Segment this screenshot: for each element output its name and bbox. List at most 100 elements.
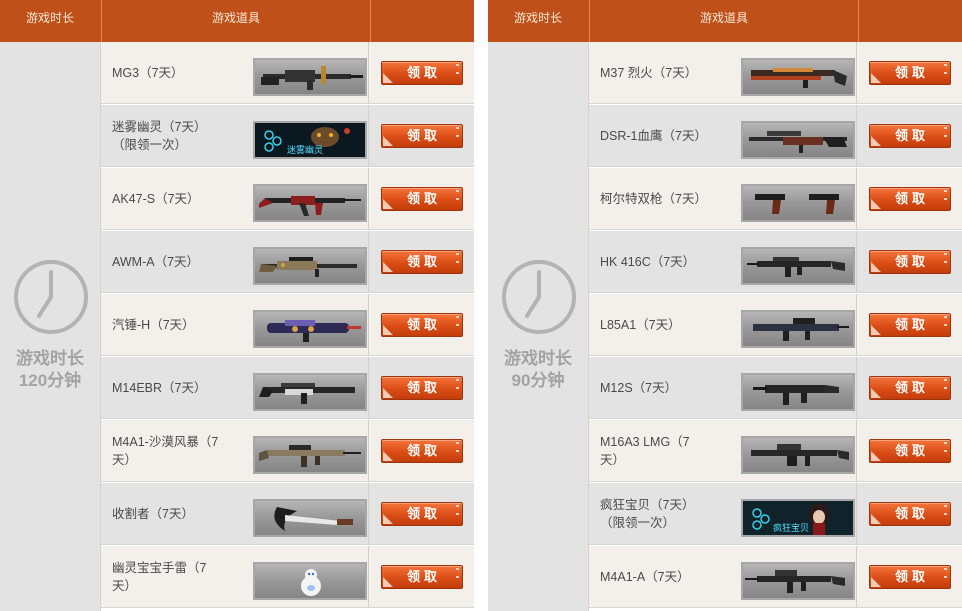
reward-panel-120min: 游戏时长 游戏道具 游戏时长 120分钟 MG3（7天） 领取 迷雾幽灵（7天）… (0, 0, 474, 611)
button-stripe-decoration (456, 127, 459, 137)
claim-button-label: 领取 (894, 443, 929, 458)
claim-button-label: 领取 (894, 317, 929, 332)
button-corner-decoration (383, 262, 393, 272)
item-name: 幽灵宝宝手雷（7天） (112, 560, 207, 593)
item-name: AK47-S（7天） (112, 191, 200, 206)
button-stripe-decoration (456, 316, 459, 326)
claim-button-label: 领取 (406, 380, 441, 395)
table-row: M12S（7天） 领取 (589, 357, 962, 419)
duration-label-line2: 90分钟 (511, 371, 565, 390)
button-stripe-decoration (944, 127, 947, 137)
item-cell: L85A1（7天） (589, 294, 857, 356)
claim-button[interactable]: 领取 (869, 565, 951, 589)
table-header: 游戏时长 游戏道具 (488, 0, 962, 42)
duration-cell: 游戏时长 90分钟 (488, 42, 589, 611)
claim-button[interactable]: 领取 (869, 439, 951, 463)
button-corner-decoration (871, 199, 881, 209)
claim-button-label: 领取 (406, 506, 441, 521)
table-row: AWM-A（7天） 领取 (101, 231, 474, 293)
claim-button[interactable]: 领取 (381, 61, 463, 85)
table-row: M4A1-A（7天） 领取 (589, 546, 962, 608)
button-stripe-decoration (944, 505, 947, 515)
button-corner-decoration (871, 577, 881, 587)
claim-button[interactable]: 领取 (869, 502, 951, 526)
duration-label: 游戏时长 90分钟 (488, 348, 588, 392)
button-stripe-decoration (456, 442, 459, 452)
item-cell: DSR-1血鹰（7天） (589, 105, 857, 167)
table-row: L85A1（7天） 领取 (589, 294, 962, 356)
item-cell: 柯尔特双枪（7天） (589, 168, 857, 230)
ak47-rifle-image (253, 184, 367, 222)
item-name: DSR-1血鹰（7天） (600, 128, 707, 143)
claim-button-label: 领取 (894, 191, 929, 206)
claim-button[interactable]: 领取 (869, 124, 951, 148)
button-corner-decoration (383, 577, 393, 587)
button-stripe-decoration (944, 568, 947, 578)
item-cell: MG3（7天） (101, 42, 369, 104)
claim-button[interactable]: 领取 (869, 250, 951, 274)
claim-button[interactable]: 领取 (381, 376, 463, 400)
table-row: M16A3 LMG（7天） 领取 (589, 420, 962, 482)
claim-button[interactable]: 领取 (381, 565, 463, 589)
table-row: M4A1-沙漠风暴（7天） 领取 (101, 420, 474, 482)
reaper-blade-image (253, 499, 367, 537)
button-corner-decoration (383, 199, 393, 209)
claim-button[interactable]: 领取 (381, 502, 463, 526)
claim-button[interactable]: 领取 (869, 187, 951, 211)
claim-button[interactable]: 领取 (381, 250, 463, 274)
m4a1-a-rifle-image (741, 562, 855, 600)
table-row: M37 烈火（7天） 领取 (589, 42, 962, 104)
claim-button[interactable]: 领取 (869, 61, 951, 85)
table-row: HK 416C（7天） 领取 (589, 231, 962, 293)
table-row: 幽灵宝宝手雷（7天） 领取 (101, 546, 474, 608)
claim-button-label: 领取 (406, 317, 441, 332)
claim-button[interactable]: 领取 (381, 313, 463, 337)
header-action (370, 0, 475, 42)
item-name: M4A1-A（7天） (600, 569, 690, 584)
button-corner-decoration (871, 136, 881, 146)
m37-shotgun-image (741, 58, 855, 96)
item-name: L85A1（7天） (600, 317, 681, 332)
steam-hammer-gun-image (253, 310, 367, 348)
item-cell: M14EBR（7天） (101, 357, 369, 419)
item-cell: AK47-S（7天） (101, 168, 369, 230)
awm-sniper-image (253, 247, 367, 285)
ghost-baby-grenade-image (253, 562, 367, 600)
item-name: 疯狂宝贝（7天）（限领一次） (600, 497, 695, 530)
claim-button-label: 领取 (406, 569, 441, 584)
item-name: HK 416C（7天） (600, 254, 696, 269)
table-row: DSR-1血鹰（7天） 领取 (589, 105, 962, 167)
table-row: 汽锤-H（7天） 领取 (101, 294, 474, 356)
button-stripe-decoration (456, 379, 459, 389)
button-corner-decoration (383, 136, 393, 146)
claim-button[interactable]: 领取 (869, 376, 951, 400)
m16a3-lmg-image (741, 436, 855, 474)
svg-text:迷雾幽灵: 迷雾幽灵 (287, 144, 323, 156)
item-cell: 汽锤-H（7天） (101, 294, 369, 356)
claim-button[interactable]: 领取 (381, 124, 463, 148)
button-stripe-decoration (944, 253, 947, 263)
claim-button[interactable]: 领取 (869, 313, 951, 337)
button-corner-decoration (871, 262, 881, 272)
duration-label-line1: 游戏时长 (16, 349, 84, 368)
claim-button[interactable]: 领取 (381, 187, 463, 211)
claim-button-label: 领取 (894, 569, 929, 584)
hk416c-rifle-image (741, 247, 855, 285)
item-cell: HK 416C（7天） (589, 231, 857, 293)
table-header: 游戏时长 游戏道具 (0, 0, 474, 42)
button-corner-decoration (383, 325, 393, 335)
button-corner-decoration (871, 325, 881, 335)
item-name: 收割者（7天） (112, 506, 194, 521)
item-name: AWM-A（7天） (112, 254, 200, 269)
item-name: M14EBR（7天） (112, 380, 207, 395)
header-items: 游戏道具 (101, 0, 370, 42)
button-corner-decoration (383, 73, 393, 83)
m12s-smg-image (741, 373, 855, 411)
table-row: 迷雾幽灵（7天）（限领一次） 迷雾幽灵 领取 (101, 105, 474, 167)
item-cell: 幽灵宝宝手雷（7天） (101, 546, 369, 608)
claim-button-label: 领取 (894, 128, 929, 143)
header-items: 游戏道具 (589, 0, 858, 42)
claim-button[interactable]: 领取 (381, 439, 463, 463)
item-cell: 收割者（7天） (101, 483, 369, 545)
table-row: 收割者（7天） 领取 (101, 483, 474, 545)
